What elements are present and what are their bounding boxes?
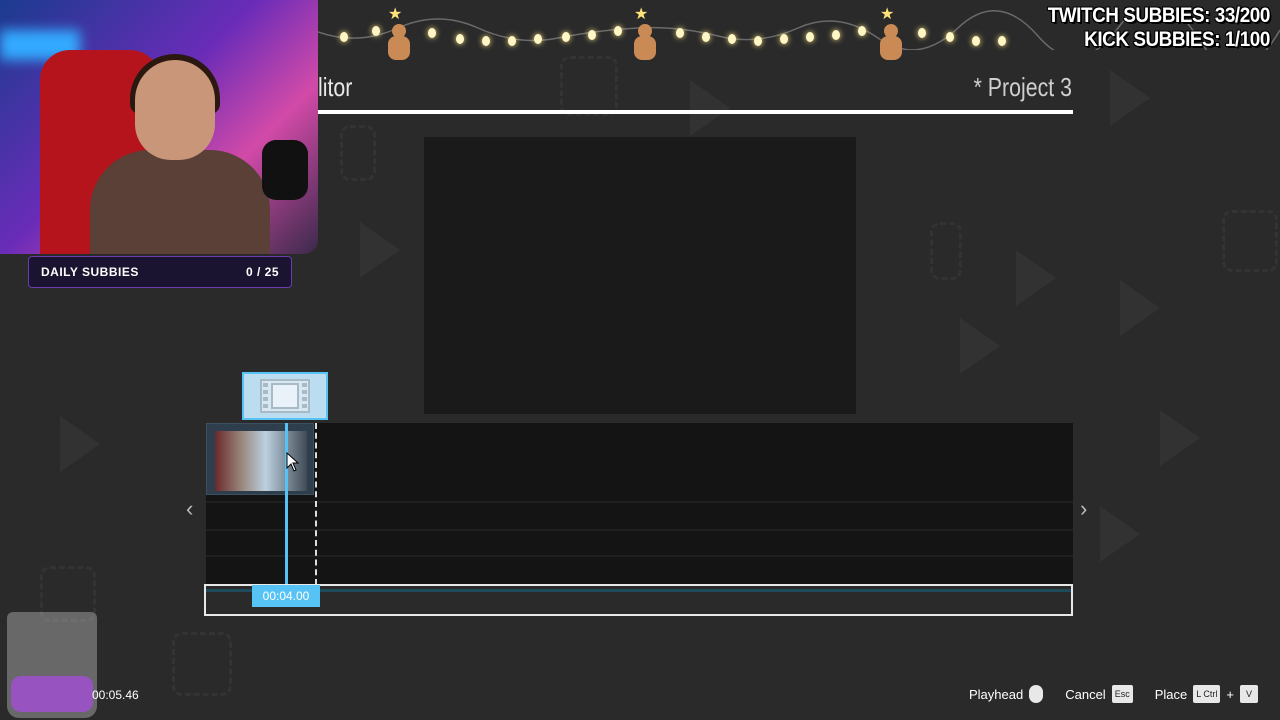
cancel-hint-label: Cancel [1065, 686, 1106, 702]
bg-pattern [1016, 250, 1056, 306]
project-name: * Project 3 [973, 72, 1072, 102]
bg-pattern [360, 222, 400, 278]
chevron-left-icon[interactable]: ‹ [186, 496, 193, 522]
lctrl-key: L Ctrl [1193, 685, 1221, 703]
film-strip-icon[interactable] [242, 372, 328, 420]
bg-pattern [960, 318, 1000, 374]
place-hint-label: Place [1154, 686, 1188, 702]
daily-subbies-count: 0 / 25 [245, 265, 279, 279]
bg-pattern [690, 80, 730, 136]
timeline-tracks[interactable] [206, 423, 1073, 585]
control-hints: Playhead Cancel Esc Place L Ctrl + V [969, 685, 1258, 703]
editor-title: litor [318, 72, 353, 102]
bg-pattern [1100, 506, 1140, 562]
twitch-subbies-counter: TWITCH SUBBIES: 33/200 [1047, 4, 1271, 27]
bg-pattern [172, 632, 232, 696]
bg-pattern [930, 222, 962, 280]
header-divider [318, 110, 1073, 114]
bg-pattern [1110, 70, 1150, 126]
total-duration: 00:05.46 [92, 688, 139, 702]
esc-key: Esc [1111, 685, 1133, 703]
chevron-right-icon[interactable]: › [1080, 496, 1087, 522]
bg-pattern [340, 125, 376, 181]
sub-jar-widget [7, 612, 97, 718]
scrub-bar[interactable] [204, 584, 1073, 616]
kick-subbies-counter: KICK SUBBIES: 1/100 [1084, 28, 1270, 51]
mouse-cursor-icon [286, 452, 300, 472]
webcam-feed [0, 0, 318, 254]
bg-pattern [1120, 280, 1160, 336]
plus-sign: + [1226, 686, 1234, 702]
subscriber-counters: TWITCH SUBBIES: 33/200 KICK SUBBIES: 1/1… [1047, 4, 1271, 52]
video-preview [424, 137, 856, 414]
playhead-timecode: 00:04.00 [252, 585, 320, 607]
mouse-icon [1029, 685, 1044, 703]
bg-pattern [60, 416, 100, 472]
bg-pattern [1160, 410, 1200, 466]
daily-subbies-label: DAILY SUBBIES [41, 265, 139, 279]
v-key: V [1240, 685, 1258, 703]
playhead[interactable] [285, 423, 288, 587]
bg-pattern [1222, 210, 1278, 272]
daily-subbies-goal: DAILY SUBBIES 0 / 25 [28, 256, 292, 288]
clip-end-marker [315, 423, 317, 585]
playhead-hint-label: Playhead [969, 686, 1024, 702]
